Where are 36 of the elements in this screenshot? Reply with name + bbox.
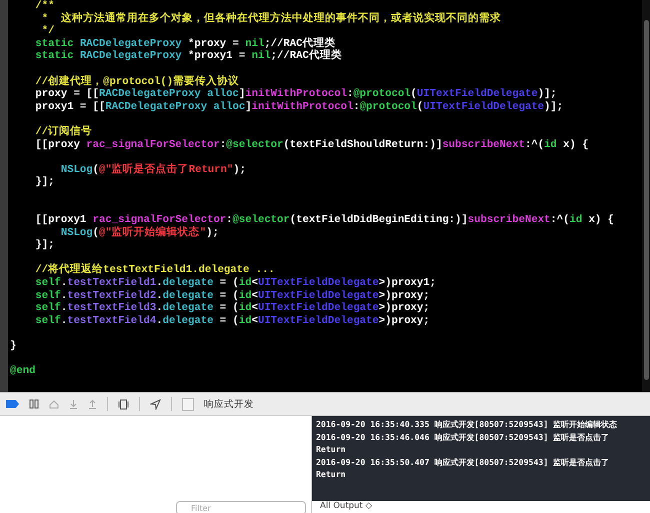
code-line: self.testTextField4.delegate = (id<UITextFieldDelegate>)proxy; [34, 314, 431, 328]
step-out-icon[interactable] [88, 399, 97, 409]
code-line: @end [10, 365, 36, 378]
code-line: NSLog(@"监听是否点击了Return"); [60, 164, 247, 176]
code-line: self.testTextField3.delegate = (id<UITextFieldDelegate>)proxy; [34, 302, 431, 315]
code-line: }]; [34, 239, 56, 252]
code-line: proxy = [[RACDelegateProxy alloc]initWithProtocol:@protocol(UITextFieldDelegate)]; [34, 88, 558, 101]
log-line: 2016-09-20 16:35:40.335 响应式开发[80507:5209543] 监听开始编辑状态 [316, 418, 618, 430]
log-line: 2016-09-20 16:35:46.046 响应式开发[80507:5209543] 监听是否点击了Return [316, 430, 610, 456]
code-line: //创建代理，@protocol()需要传入协议 [34, 76, 240, 88]
target-name[interactable]: 响应式开发 [204, 398, 254, 410]
code-line: self.testTextField2.delegate = (id<UITextFieldDelegate>)proxy; [34, 290, 431, 302]
location-arrow-icon[interactable] [150, 398, 161, 410]
code-line: /** [34, 0, 56, 13]
code-line: proxy1 = [[RACDelegateProxy alloc]initWithProtocol:@protocol(UITextFieldDelegate)]; [34, 100, 564, 114]
code-line: } [10, 340, 18, 353]
code-line: //将代理返给testTextField1.delegate ... [34, 264, 276, 277]
scrollbar-thumb[interactable] [644, 20, 648, 380]
code-line: static RACDelegateProxy *proxy1 = nil;//RAC代理类 [34, 50, 343, 63]
step-over-icon[interactable] [49, 400, 59, 408]
code-line: * 这种方法通常用在多个对象，但各种在代理方法中处理的事件不同，或者说实现不同的需求 [40, 12, 502, 25]
code-line: [[proxy rac_signalForSelector:@selector(textFieldShouldReturn:)]subscribeNext:^(id x) { [34, 138, 590, 152]
code-line: NSLog(@"监听开始编辑状态"); [60, 226, 220, 240]
code-line: [[proxy1 rac_signalForSelector:@selector(textFieldDidBeginEditing:)]subscribeNext:^(id x) { [34, 214, 616, 226]
view-debugger-icon[interactable] [118, 398, 129, 410]
app-icon[interactable] [182, 398, 194, 410]
code-line: self.testTextField1.delegate = (id<UITextFieldDelegate>)proxy1; [34, 277, 437, 290]
pause-icon[interactable] [29, 399, 39, 409]
code-line: }]; [34, 176, 56, 189]
code-line: //订阅信号 [34, 126, 94, 139]
code-line: */ [40, 25, 56, 38]
output-menu[interactable]: All Output ◇ [320, 501, 372, 511]
log-line: 2016-09-20 16:35:50.407 响应式开发[80507:5209543] 监听是否点击了Return [316, 456, 610, 480]
code-line: static RACDelegateProxy *proxy = nil;//RAC代理类 [34, 38, 336, 50]
breakpoint-icon[interactable] [6, 400, 19, 408]
step-in-icon[interactable] [69, 399, 78, 409]
